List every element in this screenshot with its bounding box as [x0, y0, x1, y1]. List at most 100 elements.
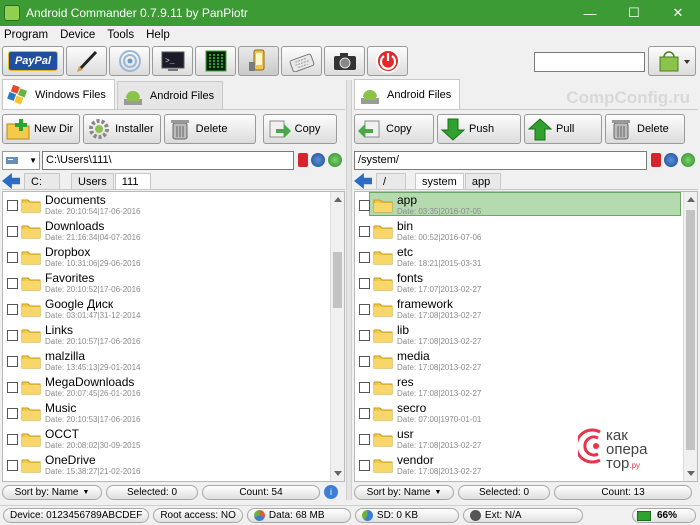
- edit-button[interactable]: [66, 46, 107, 76]
- file-row[interactable]: media Date: 17:08|2013-02-27: [355, 348, 697, 374]
- menu-program[interactable]: Program: [4, 29, 48, 41]
- market-button[interactable]: [648, 46, 696, 76]
- file-row[interactable]: app Date: 03:35|2016-07-05: [355, 192, 697, 218]
- file-row[interactable]: OCCT Date: 20:08:02|30-09-2015: [3, 426, 344, 452]
- breadcrumb-item[interactable]: system: [415, 173, 464, 189]
- right-copy-button[interactable]: Copy: [354, 114, 434, 144]
- file-row[interactable]: xbin: [355, 478, 697, 481]
- row-checkbox[interactable]: [7, 356, 18, 367]
- scroll-up-arrow-icon[interactable]: [334, 197, 342, 202]
- row-checkbox[interactable]: [359, 304, 370, 315]
- scroll-up-arrow-icon[interactable]: [687, 197, 695, 202]
- back-arrow-icon[interactable]: [354, 173, 372, 189]
- close-window-button[interactable]: ✕: [656, 0, 700, 26]
- right-sort-dropdown[interactable]: Sort by: Name ▼: [354, 484, 454, 500]
- file-row[interactable]: Downloads Date: 21:16:34|04-07-2016: [3, 218, 344, 244]
- file-row[interactable]: Dropbox Date: 10:31:06|29-06-2016: [3, 244, 344, 270]
- maximize-button[interactable]: ☐: [612, 0, 656, 26]
- file-row[interactable]: MegaDownloads Date: 20:07:45|26-01-2016: [3, 374, 344, 400]
- breadcrumb-item[interactable]: Users: [71, 173, 114, 189]
- toolbar-search-input[interactable]: [534, 52, 645, 72]
- row-checkbox[interactable]: [359, 200, 370, 211]
- row-checkbox[interactable]: [7, 330, 18, 341]
- row-checkbox[interactable]: [7, 382, 18, 393]
- left-scroll-thumb[interactable]: [333, 252, 342, 308]
- minimize-button[interactable]: —: [568, 0, 612, 26]
- breadcrumb-item[interactable]: /: [376, 173, 406, 189]
- push-button[interactable]: Push: [437, 114, 521, 144]
- right-delete-button[interactable]: Delete: [605, 114, 685, 144]
- terminal-button[interactable]: >_: [152, 46, 193, 76]
- file-row[interactable]: secro Date: 07:00|1970-01-01: [355, 400, 697, 426]
- breadcrumb-item[interactable]: app: [464, 173, 501, 189]
- row-checkbox[interactable]: [7, 200, 18, 211]
- row-checkbox[interactable]: [7, 226, 18, 237]
- file-row[interactable]: Links Date: 20:10:57|17-06-2016: [3, 322, 344, 348]
- menu-tools[interactable]: Tools: [107, 29, 134, 41]
- file-row[interactable]: OneDrive Date: 15:38:27|21-02-2016: [3, 452, 344, 478]
- drive-selector[interactable]: ▼: [2, 150, 40, 170]
- breadcrumb-item[interactable]: 111: [114, 173, 151, 189]
- left-sort-dropdown[interactable]: Sort by: Name ▼: [2, 484, 102, 500]
- refresh-icon[interactable]: [681, 153, 695, 167]
- row-checkbox[interactable]: [359, 356, 370, 367]
- menu-device[interactable]: Device: [60, 29, 95, 41]
- left-delete-button[interactable]: Delete: [163, 114, 256, 144]
- paypal-button[interactable]: PayPal: [2, 46, 64, 76]
- reboot-button[interactable]: [367, 46, 408, 76]
- row-checkbox[interactable]: [359, 278, 370, 289]
- file-row[interactable]: Music Date: 20:10:53|17-06-2016: [3, 400, 344, 426]
- file-row[interactable]: res Date: 17:08|2013-02-27: [355, 374, 697, 400]
- right-scroll-thumb[interactable]: [686, 210, 695, 450]
- tab-windows-files[interactable]: Windows Files: [2, 79, 115, 109]
- file-row[interactable]: lib Date: 17:08|2013-02-27: [355, 322, 697, 348]
- tab-android-files[interactable]: Android Files: [116, 81, 224, 109]
- info-icon[interactable]: i: [324, 485, 338, 499]
- row-checkbox[interactable]: [7, 304, 18, 315]
- search-icon[interactable]: [311, 153, 325, 167]
- row-checkbox[interactable]: [7, 252, 18, 263]
- file-row[interactable]: malzilla Date: 13:45:13|29-01-2014: [3, 348, 344, 374]
- pull-button[interactable]: Pull: [524, 114, 602, 144]
- installer-button[interactable]: Installer: [83, 114, 161, 144]
- phone-connect-button[interactable]: [238, 46, 279, 76]
- row-checkbox[interactable]: [359, 330, 370, 341]
- row-checkbox[interactable]: [359, 382, 370, 393]
- tab-android-files-right[interactable]: Android Files: [354, 79, 461, 109]
- left-path-input[interactable]: C:\Users\111\: [42, 150, 294, 170]
- wireless-button[interactable]: [109, 46, 150, 76]
- row-checkbox[interactable]: [359, 460, 370, 471]
- breadcrumb-item[interactable]: C:: [24, 173, 60, 189]
- file-row[interactable]: framework Date: 17:08|2013-02-27: [355, 296, 697, 322]
- back-arrow-icon[interactable]: [2, 173, 20, 189]
- new-dir-button[interactable]: New Dir: [2, 114, 81, 144]
- row-checkbox[interactable]: [359, 408, 370, 419]
- search-icon[interactable]: [664, 153, 678, 167]
- right-path-input[interactable]: /system/: [354, 150, 647, 170]
- scroll-down-arrow-icon[interactable]: [334, 471, 342, 476]
- bookmark-icon[interactable]: [651, 153, 661, 167]
- file-row[interactable]: Google Диск Date: 03:01:47|31-12-2014: [3, 296, 344, 322]
- row-checkbox[interactable]: [7, 408, 18, 419]
- file-row[interactable]: Documents Date: 20:10:54|17-06-2016: [3, 192, 344, 218]
- right-scrollbar[interactable]: [683, 192, 697, 481]
- menu-help[interactable]: Help: [146, 29, 170, 41]
- file-row[interactable]: etc Date: 18:21|2015-03-31: [355, 244, 697, 270]
- scroll-down-arrow-icon[interactable]: [687, 471, 695, 476]
- row-checkbox[interactable]: [7, 278, 18, 289]
- row-checkbox[interactable]: [7, 460, 18, 471]
- file-row[interactable]: Favorites Date: 20:10:52|17-06-2016: [3, 270, 344, 296]
- matrix-button[interactable]: [195, 46, 236, 76]
- keyboard-button[interactable]: [281, 46, 322, 76]
- file-row[interactable]: fonts Date: 17:07|2013-02-27: [355, 270, 697, 296]
- row-checkbox[interactable]: [359, 226, 370, 237]
- screenshot-button[interactable]: [324, 46, 365, 76]
- refresh-icon[interactable]: [328, 153, 342, 167]
- row-checkbox[interactable]: [359, 252, 370, 263]
- panel-splitter[interactable]: [346, 80, 352, 500]
- row-checkbox[interactable]: [359, 434, 370, 445]
- row-checkbox[interactable]: [7, 434, 18, 445]
- left-scrollbar[interactable]: [330, 192, 344, 481]
- file-row[interactable]: bin Date: 00:52|2016-07-06: [355, 218, 697, 244]
- bookmark-icon[interactable]: [298, 153, 308, 167]
